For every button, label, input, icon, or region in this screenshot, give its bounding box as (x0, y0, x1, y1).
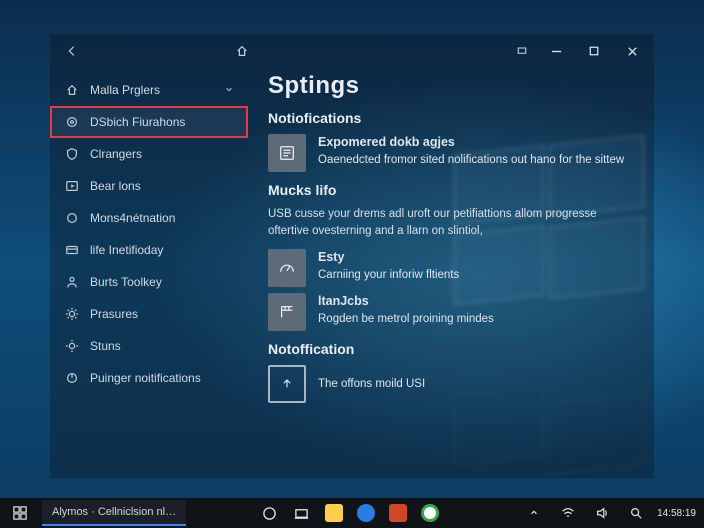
circle-icon (64, 210, 80, 226)
grid-tile-icon (268, 293, 306, 331)
taskbar: Alymos · Cellniclsion nl… 14:58:19 (0, 498, 704, 528)
taskbar-clock[interactable]: 14:58:19 (657, 508, 696, 519)
sidebar-item-label: Stuns (90, 339, 121, 353)
sidebar-item-life[interactable]: life Inetifioday (50, 234, 248, 266)
taskbar-active-app[interactable]: Alymos · Cellniclsion nl… (42, 500, 186, 526)
section-heading: Notiofications (268, 110, 642, 126)
setting-tile[interactable]: ltanJcbs Rogden be metrol proining minde… (268, 293, 642, 331)
setting-tile[interactable]: The offons moild USI (268, 365, 642, 403)
wifi-icon[interactable] (555, 500, 581, 526)
edge-icon[interactable] (353, 500, 379, 526)
card-icon (64, 242, 80, 258)
notifications-tile-icon (268, 134, 306, 172)
volume-icon[interactable] (589, 500, 615, 526)
tile-title: Expomered dokb agjes (318, 134, 624, 151)
powerpoint-icon[interactable] (385, 500, 411, 526)
sidebar-item-label: Clrangers (90, 147, 142, 161)
tile-desc: Rogden be metrol proining mindes (318, 313, 494, 325)
tile-desc: The offons moild USI (318, 378, 425, 390)
sidebar-item-prasures[interactable]: Prasures (50, 298, 248, 330)
sidebar-item-changers[interactable]: Clrangers (50, 138, 248, 170)
chevron-down-icon (224, 83, 234, 97)
explorer-icon[interactable] (321, 500, 347, 526)
tile-title: Esty (318, 249, 459, 266)
search-icon[interactable] (623, 500, 649, 526)
tile-desc: Carniing your inforiw fltients (318, 269, 459, 281)
sidebar-item-label: Burts Toolkey (90, 275, 162, 289)
tray-chevron-icon[interactable] (521, 500, 547, 526)
sidebar-item-label: Malla Prglers (90, 83, 160, 97)
gear-icon (64, 306, 80, 322)
sidebar-item-stuns[interactable]: Stuns (50, 330, 248, 362)
sidebar: Malla Prglers DSbich Fiurahons Clrangers… (50, 68, 248, 478)
home-icon (64, 82, 80, 98)
target-icon (64, 114, 80, 130)
sidebar-item-home[interactable]: Malla Prglers (50, 74, 248, 106)
sidebar-item-power[interactable]: Puinger noitifications (50, 362, 248, 394)
sidebar-item-label: DSbich Fiurahons (90, 115, 185, 129)
close-button[interactable] (620, 39, 644, 63)
home-button[interactable] (234, 43, 250, 59)
back-button[interactable] (64, 43, 80, 59)
sidebar-item-label: life Inetifioday (90, 243, 163, 257)
play-icon (64, 178, 80, 194)
main-panel: Sptings Notiofications Expomered dokb ag… (248, 68, 654, 478)
power-icon (64, 370, 80, 386)
taskbar-center (186, 500, 513, 526)
pin-icon[interactable] (514, 43, 530, 59)
section-heading: Notoffication (268, 341, 642, 357)
maximize-button[interactable] (582, 39, 606, 63)
sidebar-item-label: Puinger noitifications (90, 371, 201, 385)
system-tray: 14:58:19 (513, 500, 704, 526)
tile-title: ltanJcbs (318, 293, 494, 310)
section-desc: USB cusse your drems adl uroft our petif… (268, 206, 628, 239)
minimize-button[interactable] (544, 39, 568, 63)
tile-desc: Oaenedcted fromor sited nolifications ou… (318, 154, 624, 166)
setting-tile[interactable]: Esty Carniing your inforiw fltients (268, 249, 642, 287)
page-title: Sptings (268, 72, 642, 100)
sidebar-item-monetization[interactable]: Mons4nétnation (50, 202, 248, 234)
sidebar-item-label: Prasures (90, 307, 138, 321)
gear-icon (64, 338, 80, 354)
section-heading: Mucks lifo (268, 182, 642, 198)
speed-tile-icon (268, 249, 306, 287)
sidebar-item-notifications[interactable]: DSbich Fiurahons (50, 106, 248, 138)
sidebar-item-label: Bear lons (90, 179, 141, 193)
person-icon (64, 274, 80, 290)
settings-window: Malla Prglers DSbich Fiurahons Clrangers… (50, 34, 654, 478)
sidebar-item-bearlons[interactable]: Bear lons (50, 170, 248, 202)
chrome-icon[interactable] (417, 500, 443, 526)
setting-tile[interactable]: Expomered dokb agjes Oaenedcted fromor s… (268, 134, 642, 172)
start-button[interactable] (0, 498, 40, 528)
sidebar-item-burts[interactable]: Burts Toolkey (50, 266, 248, 298)
sidebar-item-label: Mons4nétnation (90, 211, 175, 225)
taskview-icon[interactable] (289, 500, 315, 526)
titlebar (50, 34, 654, 68)
cortana-icon[interactable] (257, 500, 283, 526)
upload-tile-icon (268, 365, 306, 403)
shield-icon (64, 146, 80, 162)
